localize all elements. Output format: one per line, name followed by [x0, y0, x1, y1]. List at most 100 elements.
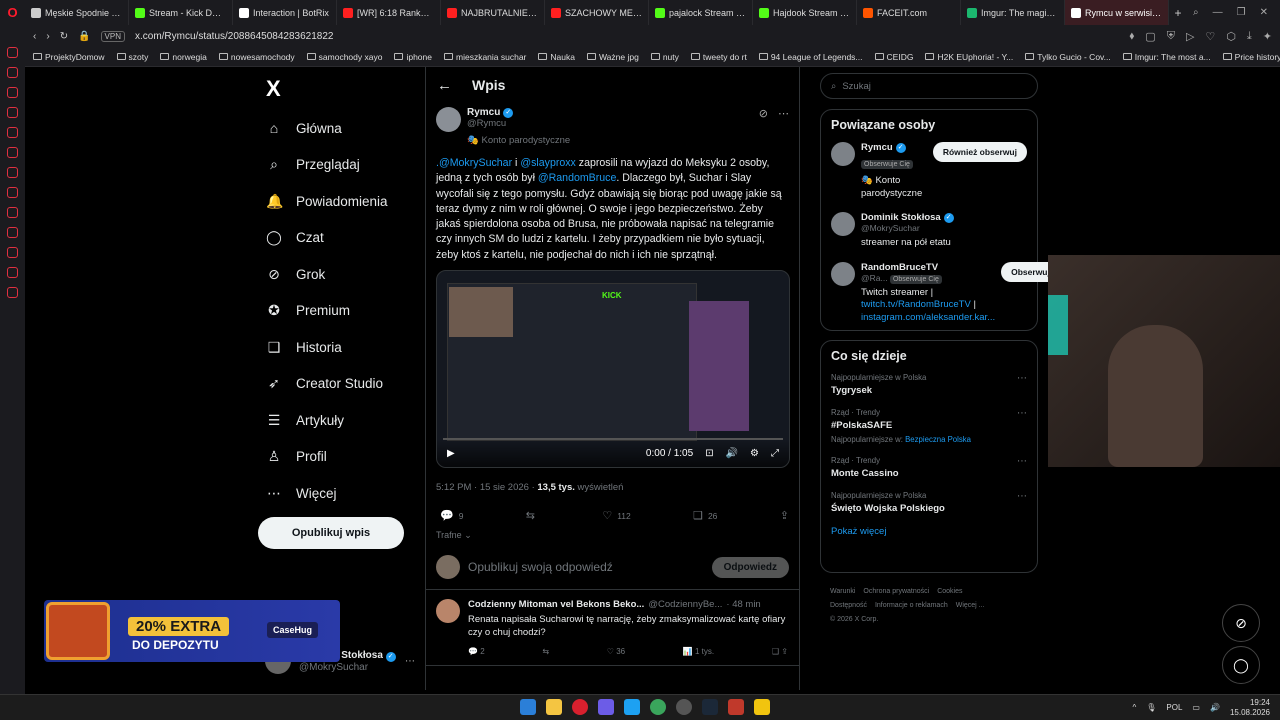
browser-tab[interactable]: Rymcu w serwisie X: „@M	[1065, 0, 1169, 25]
more-icon[interactable]: ⋯	[1017, 373, 1027, 384]
bio-link[interactable]: twitch.tv/RandomBruceTV	[861, 299, 971, 310]
bookmark-action[interactable]: ❑ 26	[693, 509, 717, 522]
language-indicator[interactable]: POL	[1166, 703, 1182, 712]
nav-item-explore[interactable]: ⌕ Przeglądaj	[258, 147, 418, 184]
bookmark-item[interactable]: Ważne jpg	[586, 52, 639, 62]
back-arrow-icon[interactable]: ←	[437, 77, 452, 94]
volume-tray-icon[interactable]: 🔊	[1210, 703, 1220, 712]
settings-icon[interactable]: ⚙	[750, 448, 759, 459]
forward-nav-icon[interactable]: ›	[46, 31, 49, 42]
repost-action[interactable]: ⇆	[526, 509, 540, 522]
settings-icon[interactable]	[7, 287, 18, 298]
reload-icon[interactable]: ↻	[60, 31, 68, 42]
fullscreen-icon[interactable]: ⤢	[771, 448, 779, 459]
avatar[interactable]	[831, 142, 855, 166]
trend-link[interactable]: Bezpieczna Polska	[905, 435, 971, 444]
trend-item[interactable]: Najpopularniejsze w Polska Święto Wojska …	[831, 491, 1027, 514]
bookmark-item[interactable]: Price history, price...	[1222, 52, 1280, 62]
browser-tab[interactable]: FACEIT.com	[857, 0, 961, 25]
reply-action[interactable]: 💬 2	[468, 647, 485, 656]
grok-icon[interactable]: ⊘	[759, 107, 768, 120]
kick-icon[interactable]	[7, 187, 18, 198]
bookmark-item[interactable]: nowesamochody	[218, 52, 295, 62]
extension-icon[interactable]: ⬧	[1129, 30, 1134, 43]
extensions-icon[interactable]: ⬡	[1226, 30, 1236, 43]
views-action[interactable]: 📊 1 tys.	[683, 647, 714, 656]
nav-item-creator-studio[interactable]: ➶ Creator Studio	[258, 366, 418, 403]
file-explorer-icon[interactable]	[546, 699, 562, 715]
new-tab-button[interactable]: +	[1169, 6, 1187, 20]
search-input[interactable]: ⌕ Szukaj	[820, 73, 1038, 99]
avatar[interactable]	[436, 107, 461, 132]
minimize-button[interactable]: —	[1213, 7, 1223, 18]
browser-tab[interactable]: Męskie Spodnie THE	[25, 0, 129, 25]
browser-tab[interactable]: NAJBRUTALNIEJSZY	[441, 0, 545, 25]
bookmark-item[interactable]: nuty	[650, 52, 679, 62]
footer-link[interactable]: Więcej ...	[956, 602, 985, 609]
bio-link[interactable]: instagram.com/aleksander.kar...	[861, 312, 995, 323]
share-action[interactable]: ⇪	[780, 509, 789, 522]
browser-tab[interactable]: Hajdook Stream - Wa	[753, 0, 857, 25]
more-icon[interactable]: ⋯	[1017, 456, 1027, 467]
nav-item-profile[interactable]: ♙ Profil	[258, 439, 418, 476]
url-field[interactable]: x.com/Rymcu/status/2088645084283621822	[135, 31, 333, 42]
snapshot-icon[interactable]: ▢	[1145, 30, 1155, 43]
mention-link[interactable]: @RandomBruce	[538, 172, 616, 184]
footer-link[interactable]: Cookies	[937, 588, 962, 595]
player-icon[interactable]: ▷	[1186, 30, 1194, 43]
bookmark-item[interactable]: Imgur: The most a...	[1122, 52, 1211, 62]
heart-sidebar-icon[interactable]	[7, 247, 18, 258]
browser-tab[interactable]: Imgur: The magic of t	[961, 0, 1065, 25]
nav-item-bookmarks[interactable]: ❑ Historia	[258, 329, 418, 366]
ai-sidebar-icon[interactable]	[7, 147, 18, 158]
mention-link[interactable]: .@MokrySuchar	[436, 157, 512, 169]
follow-back-button[interactable]: Również obserwuj	[932, 142, 1027, 162]
video-player[interactable]: KICK ▶ 0:00 / 1:05 ⊡ 🔊 ⚙ ⤢	[436, 270, 790, 469]
wallet-icon[interactable]	[7, 87, 18, 98]
shield-icon[interactable]: ⛨	[1167, 30, 1175, 43]
like-action[interactable]: ♡ 36	[607, 647, 625, 656]
volume-icon[interactable]: 🔊	[726, 448, 738, 459]
nav-item-grok[interactable]: ⊘ Grok	[258, 256, 418, 293]
avatar[interactable]	[831, 261, 855, 286]
footer-link[interactable]: Informacje o reklamach	[875, 602, 948, 609]
grok-fab-icon[interactable]: ⊘	[1222, 604, 1260, 642]
bookmark-item[interactable]: mieszkania suchar	[444, 52, 526, 62]
chat-fab-icon[interactable]: ◯	[1222, 646, 1260, 684]
history-icon[interactable]	[7, 67, 18, 78]
reply-author[interactable]: Codzienny Mitoman vel Bekons Beko...	[468, 599, 644, 610]
nav-item-more[interactable]: ⋯ Więcej	[258, 475, 418, 512]
reply-sort[interactable]: Trafne ⌄	[426, 522, 799, 541]
reply-button[interactable]: Odpowiedz	[711, 556, 789, 578]
bookmark-item[interactable]: Tylko Gucio - Cov...	[1025, 52, 1111, 62]
more-icon[interactable]: ⋯	[1017, 491, 1027, 502]
avatar[interactable]	[436, 599, 460, 624]
maximize-button[interactable]: ❐	[1237, 7, 1246, 18]
messenger-icon[interactable]	[7, 47, 18, 58]
mention-link[interactable]: @slayproxx	[520, 157, 576, 169]
person-name[interactable]: RandomBruceTV	[861, 262, 995, 273]
obs-icon[interactable]	[650, 699, 666, 715]
more-icon[interactable]: ⋯	[405, 656, 415, 667]
browser-tab[interactable]: Interaction | BotRix	[233, 0, 337, 25]
footer-link[interactable]: Ochrona prywatności	[863, 588, 929, 595]
nav-item-notifications[interactable]: 🔔 Powiadomienia	[258, 183, 418, 220]
browser-tab[interactable]: pajalock Stream - Wa	[649, 0, 753, 25]
bookmark-item[interactable]: samochody xayo	[306, 52, 382, 62]
chrome-icon[interactable]	[676, 699, 692, 715]
person-item[interactable]: RandomBruceTV @Ra... Obserwuje Cię Twitc…	[831, 261, 1074, 325]
mic-icon[interactable]: 🎙	[1146, 703, 1156, 712]
post-button[interactable]: Opublikuj wpis	[258, 517, 404, 549]
messenger-taskbar-icon[interactable]	[624, 699, 640, 715]
bookmark-item[interactable]: H2K EUphoria! - Y...	[925, 52, 1013, 62]
discord-icon[interactable]	[598, 699, 614, 715]
bookmark-item[interactable]: CEIDG	[874, 52, 913, 62]
nav-item-premium[interactable]: ✪ Premium	[258, 293, 418, 330]
play-icon[interactable]: ▶	[447, 448, 455, 459]
lock-icon[interactable]: 🔒	[78, 31, 90, 42]
riot-icon[interactable]	[728, 699, 744, 715]
more-icon[interactable]: ⋯	[1017, 408, 1027, 419]
back-nav-icon[interactable]: ‹	[33, 31, 36, 42]
show-more-link[interactable]: Pokaż więcej	[831, 526, 1027, 537]
steam-icon[interactable]	[702, 699, 718, 715]
